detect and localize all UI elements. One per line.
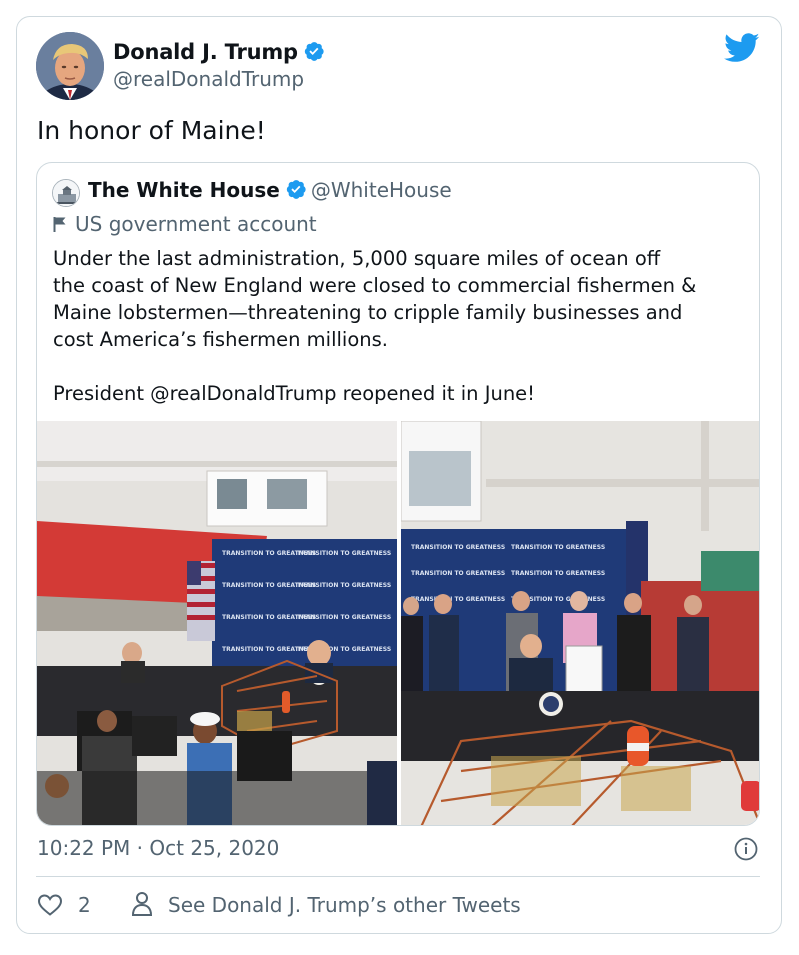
verified-badge-icon <box>286 180 306 199</box>
quoted-author-name: The White House <box>88 178 280 202</box>
backdrop-text: TRANSITION TO GREATNESS <box>511 544 605 551</box>
info-icon[interactable] <box>734 837 758 861</box>
verified-badge-icon <box>304 42 324 61</box>
backdrop-text: TRANSITION TO GREATNESS <box>411 596 505 603</box>
author-handle[interactable]: @realDonaldTrump <box>113 67 304 91</box>
photo-2-illustration: TRANSITION TO GREATNESS TRANSITION TO GR… <box>401 421 759 825</box>
quoted-author-row: The White House @WhiteHouse <box>88 178 452 202</box>
see-other-tweets-link[interactable]: See Donald J. Trump’s other Tweets <box>168 893 521 917</box>
account-label-text: US government account <box>75 212 317 236</box>
quoted-tweet-text: Under the last administration, 5,000 squ… <box>53 247 697 405</box>
quoted-tweet[interactable]: The White House @WhiteHouse US government… <box>36 162 760 826</box>
heart-icon[interactable] <box>37 893 63 917</box>
backdrop-text: TRANSITION TO GREATNESS <box>511 570 605 577</box>
backdrop-text: TRANSITION TO GREATNESS <box>297 582 391 589</box>
quoted-photo-1[interactable]: TRANSITION TO GREATNESS TRANSITION TO GR… <box>37 421 397 825</box>
quoted-photo-2[interactable]: TRANSITION TO GREATNESS TRANSITION TO GR… <box>401 421 759 825</box>
backdrop-text: TRANSITION TO GREATNESS <box>297 614 391 621</box>
quoted-author-handle: @WhiteHouse <box>310 178 452 202</box>
quoted-author-avatar[interactable] <box>52 179 80 207</box>
person-icon <box>131 892 153 916</box>
backdrop-text: TRANSITION TO GREATNESS <box>411 544 505 551</box>
tweet-text: In honor of Maine! <box>37 116 266 145</box>
author-avatar[interactable] <box>36 32 104 100</box>
tweet-timestamp[interactable]: 10:22 PM · Oct 25, 2020 <box>37 836 279 860</box>
backdrop-text: TRANSITION TO GREATNESS <box>411 570 505 577</box>
twitter-bird-icon[interactable] <box>724 33 760 63</box>
backdrop-text: TRANSITION TO GREATNESS <box>297 550 391 557</box>
like-count[interactable]: 2 <box>78 893 91 917</box>
divider <box>36 876 760 877</box>
flag-icon <box>53 217 66 232</box>
author-name-row[interactable]: Donald J. Trump <box>113 40 325 64</box>
government-account-label: US government account <box>53 212 317 236</box>
photo-1-illustration: TRANSITION TO GREATNESS TRANSITION TO GR… <box>37 421 397 825</box>
author-name[interactable]: Donald J. Trump <box>113 40 298 64</box>
